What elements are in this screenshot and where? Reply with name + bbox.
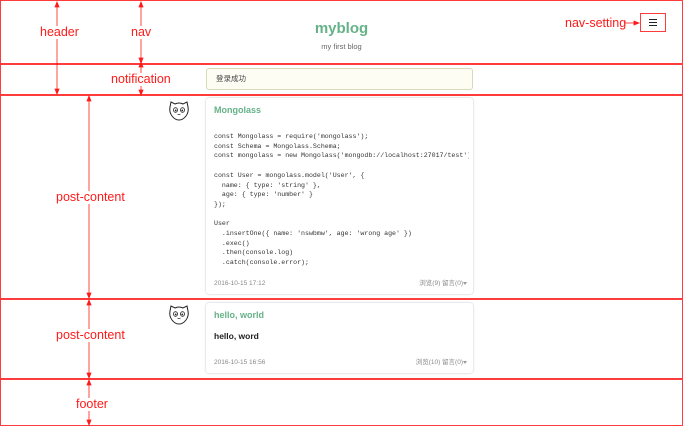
annotation-label-nav-setting: nav-setting (565, 16, 627, 30)
post-date: 2016-10-15 17:12 (214, 280, 266, 287)
post-title[interactable]: hello, world (214, 310, 264, 320)
post-date: 2016-10-15 16:56 (214, 359, 266, 366)
dropdown-caret-icon[interactable] (463, 361, 467, 364)
menu-icon (649, 19, 657, 26)
post-title[interactable]: Mongolass (214, 105, 261, 115)
annotation-label-footer: footer (76, 397, 108, 411)
annotation-label-nav: nav (131, 25, 152, 39)
annotation-label-header: header (40, 25, 79, 39)
dropdown-caret-icon[interactable] (463, 282, 467, 285)
post-card: Mongolass const Mongolass = require('mon… (206, 98, 473, 294)
annotation-label-post-content: post-content (56, 190, 125, 204)
nav-setting-button[interactable] (640, 13, 666, 32)
post-stats[interactable]: 浏览(9) 留言(0) (419, 277, 463, 287)
notification-message: 登录成功 (206, 68, 473, 90)
annotation-label-post-content: post-content (56, 328, 125, 342)
post-stats[interactable]: 浏览(10) 留言(0) (416, 356, 463, 366)
author-avatar[interactable] (167, 303, 191, 327)
post-card: hello, world hello, word 2016-10-15 16:5… (206, 303, 473, 373)
post-body: hello, word (214, 331, 259, 341)
annotation-label-notification: notification (111, 72, 171, 86)
site-subtitle: my first blog (321, 42, 362, 51)
author-avatar[interactable] (167, 99, 191, 123)
post-code-block: const Mongolass = require('mongolass'); … (214, 133, 469, 267)
